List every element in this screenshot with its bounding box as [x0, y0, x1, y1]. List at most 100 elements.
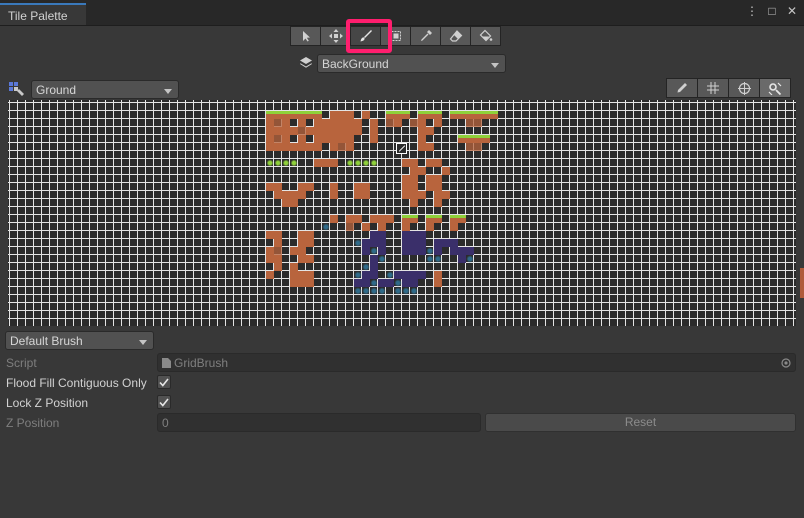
palette-tile[interactable]	[338, 127, 346, 135]
palette-tile[interactable]	[410, 175, 418, 183]
palette-tile[interactable]	[378, 247, 386, 255]
palette-tile[interactable]	[434, 247, 442, 255]
palette-tile[interactable]	[274, 159, 282, 167]
palette-tile[interactable]	[354, 183, 362, 191]
palette-tile[interactable]	[274, 135, 282, 143]
palette-tile[interactable]	[490, 111, 498, 119]
palette-tile[interactable]	[306, 239, 314, 247]
palette-tile[interactable]	[290, 111, 298, 119]
palette-tile[interactable]	[330, 127, 338, 135]
palette-tile[interactable]	[402, 287, 410, 295]
palette-tile[interactable]	[290, 159, 298, 167]
palette-tile[interactable]	[306, 231, 314, 239]
palette-tile[interactable]	[426, 223, 434, 231]
palette-tile[interactable]	[266, 231, 274, 239]
palette-tile[interactable]	[426, 215, 434, 223]
palette-tile[interactable]	[290, 127, 298, 135]
palette-tile[interactable]	[410, 119, 418, 127]
palette-tile[interactable]	[426, 175, 434, 183]
palette-tile[interactable]	[378, 215, 386, 223]
palette-tile[interactable]	[370, 127, 378, 135]
palette-tile[interactable]	[434, 159, 442, 167]
palette-tile[interactable]	[282, 119, 290, 127]
palette-tile[interactable]	[306, 111, 314, 119]
palette-tile[interactable]	[370, 215, 378, 223]
palette-tile[interactable]	[314, 159, 322, 167]
palette-tile[interactable]	[354, 127, 362, 135]
palette-tile[interactable]	[274, 191, 282, 199]
palette-tile[interactable]	[266, 143, 274, 151]
palette-tile[interactable]	[450, 223, 458, 231]
palette-tile[interactable]	[330, 159, 338, 167]
palette-tile[interactable]	[306, 271, 314, 279]
palette-tile[interactable]	[298, 111, 306, 119]
palette-tile[interactable]	[266, 247, 274, 255]
palette-tile[interactable]	[346, 111, 354, 119]
palette-tile[interactable]	[402, 279, 410, 287]
palette-tile[interactable]	[306, 255, 314, 263]
palette-tile[interactable]	[330, 111, 338, 119]
palette-tile[interactable]	[434, 199, 442, 207]
palette-tile[interactable]	[290, 247, 298, 255]
palette-tile[interactable]	[282, 143, 290, 151]
palette-tile[interactable]	[402, 191, 410, 199]
palette-tile[interactable]	[434, 119, 442, 127]
palette-tile[interactable]	[466, 143, 474, 151]
palette-tile[interactable]	[418, 247, 426, 255]
palette-tile[interactable]	[306, 127, 314, 135]
palette-tile[interactable]	[274, 239, 282, 247]
palette-tile[interactable]	[450, 215, 458, 223]
palette-tile[interactable]	[354, 215, 362, 223]
palette-tile[interactable]	[282, 159, 290, 167]
grid-toggle-button[interactable]	[697, 78, 729, 98]
palette-tile[interactable]	[402, 239, 410, 247]
palette-tile[interactable]	[354, 287, 362, 295]
palette-tile[interactable]	[330, 119, 338, 127]
palette-tile[interactable]	[298, 183, 306, 191]
palette-tile[interactable]	[426, 247, 434, 255]
palette-tile[interactable]	[346, 159, 354, 167]
palette-tile[interactable]	[322, 127, 330, 135]
palette-tile[interactable]	[410, 191, 418, 199]
palette-tile[interactable]	[394, 287, 402, 295]
edit-palette-button[interactable]	[666, 78, 698, 98]
palette-dropdown[interactable]: Ground	[31, 80, 179, 99]
palette-tile[interactable]	[266, 159, 274, 167]
palette-tile[interactable]	[394, 119, 402, 127]
palette-tile[interactable]	[298, 271, 306, 279]
palette-tile[interactable]	[434, 239, 442, 247]
palette-tile[interactable]	[450, 111, 458, 119]
palette-tile[interactable]	[402, 111, 410, 119]
palette-tile[interactable]	[474, 111, 482, 119]
palette-tile[interactable]	[394, 111, 402, 119]
palette-tile[interactable]	[362, 271, 370, 279]
palette-tile[interactable]	[298, 127, 306, 135]
palette-tile[interactable]	[362, 239, 370, 247]
palette-tile[interactable]	[426, 255, 434, 263]
palette-tile[interactable]	[418, 167, 426, 175]
palette-tile[interactable]	[402, 183, 410, 191]
palette-tile[interactable]	[274, 231, 282, 239]
palette-tile[interactable]	[402, 271, 410, 279]
palette-tile[interactable]	[362, 159, 370, 167]
palette-tile[interactable]	[378, 279, 386, 287]
palette-tile[interactable]	[402, 231, 410, 239]
palette-tile[interactable]	[402, 215, 410, 223]
palette-tile[interactable]	[362, 279, 370, 287]
palette-tile[interactable]	[482, 135, 490, 143]
palette-tile[interactable]	[282, 127, 290, 135]
palette-tile[interactable]	[370, 119, 378, 127]
palette-tile[interactable]	[442, 167, 450, 175]
palette-tile[interactable]	[330, 183, 338, 191]
palette-tile[interactable]	[418, 191, 426, 199]
palette-tile[interactable]	[330, 215, 338, 223]
maximize-icon[interactable]: □	[766, 4, 778, 18]
palette-tile[interactable]	[466, 111, 474, 119]
palette-tile[interactable]	[410, 199, 418, 207]
palette-tile[interactable]	[410, 231, 418, 239]
palette-tile[interactable]	[266, 111, 274, 119]
palette-tile[interactable]	[418, 271, 426, 279]
palette-tile[interactable]	[362, 247, 370, 255]
erase-tool-button[interactable]	[440, 26, 471, 46]
palette-tile[interactable]	[282, 111, 290, 119]
